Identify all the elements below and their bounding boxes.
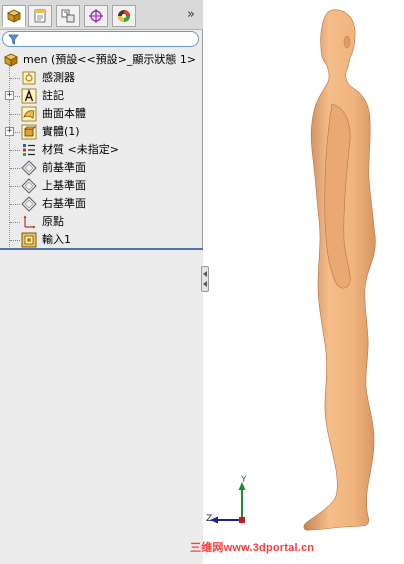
tab-dimxpert[interactable]: [84, 5, 108, 27]
tree-item-label: 感測器: [42, 71, 75, 84]
tab-propertymanager[interactable]: [28, 5, 52, 27]
tree-root-label: men (預設<<預設>_顯示狀態 1>: [23, 53, 197, 66]
plane-icon: [21, 178, 37, 194]
propertymanager-icon: [34, 9, 46, 23]
surface-bodies-icon: [21, 106, 37, 122]
tree-item-origin[interactable]: 原點: [0, 213, 203, 231]
triad-z-label: Z: [206, 514, 213, 524]
tree-item-sensors[interactable]: 感測器: [0, 69, 203, 87]
tab-featuremanager[interactable]: [2, 5, 26, 27]
origin-icon: [23, 215, 36, 229]
tree-root-part[interactable]: men (預設<<預設>_顯示狀態 1>: [0, 51, 203, 69]
sensors-icon: [22, 71, 36, 85]
tree-connector: [10, 222, 20, 223]
tab-displaymanager[interactable]: [112, 5, 136, 27]
tree-connector: [15, 132, 20, 133]
filter-funnel-icon: [8, 34, 19, 45]
material-icon: [23, 144, 35, 156]
annotations-icon: [21, 88, 37, 104]
imported-feature-icon: [21, 232, 37, 248]
tab-configurationmanager[interactable]: [56, 5, 80, 27]
tree-connector: [10, 168, 20, 169]
triad-y-label: Y: [241, 475, 247, 485]
plane-icon: [21, 160, 37, 176]
site-watermark: 三维网www.3dportal.cn: [190, 542, 315, 554]
view-orientation-triad: [210, 482, 246, 524]
tree-item-label: 輸入1: [42, 233, 71, 246]
tree-item-surface-bodies[interactable]: 曲面本體: [0, 105, 203, 123]
tree-connector: [10, 78, 20, 79]
tree-connector: [15, 96, 20, 97]
expand-toggle-icon[interactable]: +: [5, 127, 14, 136]
featuremanager-tree-icon: [7, 9, 21, 23]
expand-tabs-chevron-icon[interactable]: »: [184, 8, 198, 22]
tree-item-label: 上基準面: [42, 179, 86, 192]
tree-item-imported[interactable]: 輸入1: [0, 231, 203, 249]
tree-item-right-plane[interactable]: 右基準面: [0, 195, 203, 213]
panel-empty-area: [0, 250, 203, 564]
tree-connector: [10, 186, 20, 187]
tree-connector: [10, 150, 20, 151]
tree-item-label: 曲面本體: [42, 107, 86, 120]
dimxpert-target-icon: [89, 9, 103, 23]
tree-item-label: 註記: [42, 89, 64, 102]
tree-connector: [10, 204, 20, 205]
feature-tree: men (預設<<預設>_顯示狀態 1> 感測器 + 註記 曲面本體 + 實體(…: [0, 50, 203, 249]
tree-item-label: 右基準面: [42, 197, 86, 210]
solid-bodies-icon: [21, 124, 37, 140]
tree-item-label: 實體(1): [42, 125, 80, 138]
tree-item-label: 前基準面: [42, 161, 86, 174]
tree-item-label: 材質 <未指定>: [42, 143, 119, 156]
ear-shape: [343, 35, 351, 49]
tree-item-top-plane[interactable]: 上基準面: [0, 177, 203, 195]
expand-toggle-icon[interactable]: +: [5, 91, 14, 100]
graphics-area[interactable]: Y Z: [204, 0, 404, 564]
featuremanager-panel: » men (預設<<預設>_顯示狀態 1> 感測器 + 註記 曲面本體 + 實…: [0, 0, 203, 564]
plane-icon: [21, 196, 37, 212]
tree-connector: [10, 240, 20, 241]
featuremanager-filter-field[interactable]: [2, 31, 199, 47]
configurationmanager-icon: [61, 9, 75, 23]
tree-item-annotations[interactable]: + 註記: [0, 87, 203, 105]
tree-connector: [10, 114, 20, 115]
panel-tab-bar: »: [0, 0, 203, 30]
displaymanager-color-icon: [118, 10, 130, 22]
part-icon: [4, 53, 18, 67]
tree-item-solid-bodies[interactable]: + 實體(1): [0, 123, 203, 141]
tree-item-label: 原點: [42, 215, 64, 228]
tree-item-front-plane[interactable]: 前基準面: [0, 159, 203, 177]
panel-collapse-handle[interactable]: [201, 266, 209, 292]
tree-item-material[interactable]: 材質 <未指定>: [0, 141, 203, 159]
